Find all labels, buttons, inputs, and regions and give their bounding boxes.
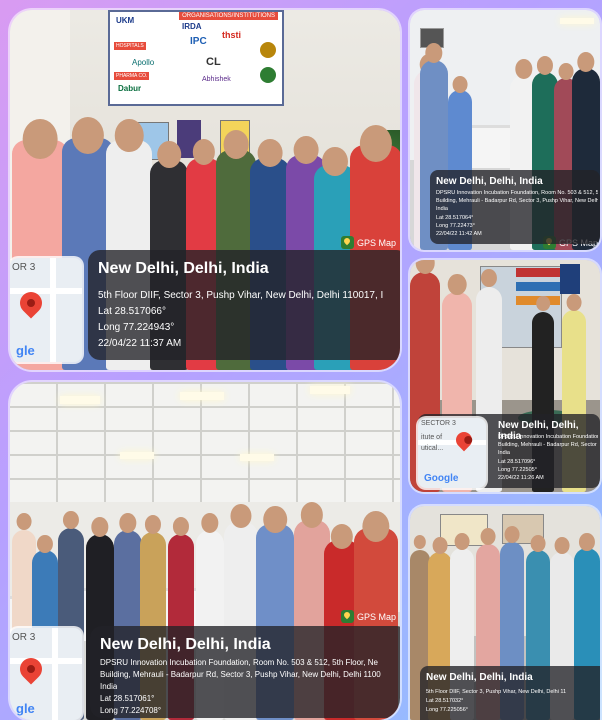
- location-overlay: New Delhi, Delhi, India DPSRU Innovation…: [90, 626, 400, 718]
- location-address: 5th Floor DIIF, Sector 3, Pushp Vihar, N…: [426, 689, 567, 695]
- location-city: New Delhi, Delhi, India: [100, 636, 271, 653]
- location-overlay: New Delhi, Delhi, India DPSRU Innovation…: [430, 170, 600, 244]
- location-address-line2: Building, Mehrauli - Badarpur Rd, Sector…: [498, 442, 598, 448]
- location-lat: Lat 28.517061°: [100, 694, 155, 703]
- location-city: New Delhi, Delhi, India: [98, 260, 269, 277]
- location-overlay: New Delhi, Delhi, India 5th Floor DIIF, …: [88, 250, 400, 360]
- map-thumbnail: OR 3 gle: [10, 628, 82, 720]
- map-sector-label: OR 3: [12, 632, 36, 643]
- gps-map-badge: GPS Map: [340, 610, 396, 623]
- location-long: Long 77.22505°: [498, 467, 537, 473]
- poster-item: thsti: [222, 30, 241, 40]
- map-pin-icon: [452, 428, 476, 452]
- photo-card-top-right[interactable]: GPS Map New Delhi, Delhi, India DPSRU In…: [410, 10, 600, 250]
- map-sector-label: OR 3: [12, 262, 36, 273]
- location-lat: Lat 28.517032°: [426, 698, 464, 704]
- board-label: [516, 268, 560, 277]
- gps-map-icon: [340, 610, 354, 623]
- location-address: DPSRU Innovation Incubation Foundation, …: [498, 434, 598, 440]
- location-address-line3: India: [498, 450, 510, 456]
- location-long: Long 77.225056°: [426, 707, 468, 713]
- location-lat: Lat 28.517096°: [498, 459, 536, 465]
- location-address-line2: Building, Mehrauli - Badarpur Rd, Sector…: [436, 198, 598, 204]
- gps-map-label: GPS Map: [356, 237, 396, 248]
- photo-card-main[interactable]: ORGANISATIONS/INSTITUTIONS UKM IRDA thst…: [10, 10, 400, 370]
- map-thumbnail: SECTOR 3 itute of utical... Google: [418, 418, 486, 488]
- photo-card-mid-right[interactable]: New Delhi, Delhi, India DPSRU Innovation…: [410, 260, 600, 492]
- poster-item: IRDA: [182, 22, 202, 31]
- google-logo: gle: [16, 701, 35, 716]
- poster-item: Dabur: [118, 84, 142, 93]
- poster-header: ORGANISATIONS/INSTITUTIONS: [179, 12, 278, 20]
- location-long: Long 77.224943°: [98, 322, 175, 333]
- location-address: DPSRU Innovation Incubation Foundation, …: [436, 190, 598, 196]
- location-datetime: 22/04/22 11:42 AM: [436, 231, 482, 237]
- photo-card-bottom-right[interactable]: New Delhi, Delhi, India 5th Floor DIIF, …: [410, 506, 600, 720]
- organisations-poster: ORGANISATIONS/INSTITUTIONS UKM IRDA thst…: [108, 10, 284, 106]
- location-long: Long 77.224708°: [100, 706, 162, 715]
- location-datetime: 22/04/22 11:26 AM: [498, 475, 544, 481]
- location-address-line2: Building, Mehrauli - Badarpur Rd, Sector…: [100, 670, 381, 679]
- location-datetime: 22/04/22 11:37 AM: [98, 338, 182, 349]
- gps-map-icon: [340, 236, 354, 249]
- location-city: New Delhi, Delhi, India: [426, 672, 533, 683]
- photo-card-bottom-left[interactable]: GPS Map New Delhi, Delhi, India DPSRU In…: [10, 382, 400, 720]
- location-lat: Lat 28.517064°: [436, 215, 474, 221]
- location-address-line3: India: [100, 682, 118, 691]
- gps-map-badge: GPS Map: [340, 236, 396, 249]
- location-city: New Delhi, Delhi, India: [436, 176, 543, 187]
- location-lat: Lat 28.517066°: [98, 306, 166, 317]
- google-logo: gle: [16, 343, 35, 358]
- location-overlay: New Delhi, Delhi, India 5th Floor DIIF, …: [420, 666, 600, 720]
- poster-section: PHARMA CO.: [114, 72, 150, 80]
- gps-map-label: GPS Map: [356, 611, 396, 622]
- poster-item: UKM: [116, 16, 135, 25]
- map-sector-label: SECTOR 3: [421, 420, 456, 427]
- google-logo: Google: [424, 473, 459, 484]
- map-thumbnail: OR 3 gle: [10, 258, 82, 362]
- location-address: DPSRU Innovation Incubation Foundation, …: [100, 658, 378, 667]
- location-address-line3: India: [436, 206, 448, 212]
- map-place-label: utical...: [421, 445, 444, 452]
- map-place-label: itute of: [421, 434, 443, 441]
- poster-section: HOSPITALS: [114, 42, 146, 50]
- poster-item: Apollo: [132, 58, 155, 67]
- poster-item: IPC: [190, 36, 207, 47]
- location-long: Long 77.22473°: [436, 223, 475, 229]
- poster-item: CL: [206, 56, 221, 68]
- poster-item: Abhishek: [202, 76, 231, 83]
- location-address: 5th Floor DIIF, Sector 3, Pushp Vihar, N…: [98, 290, 384, 301]
